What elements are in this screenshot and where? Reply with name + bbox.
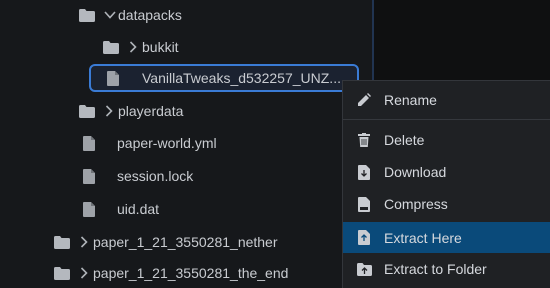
menu-item-label: Extract Here: [384, 229, 462, 246]
tree-item-label: VanillaTweaks_d532257_UNZ...: [142, 70, 341, 86]
menu-item-download[interactable]: Download: [343, 157, 550, 187]
menu-item-label: Compress: [384, 196, 448, 212]
tree-item-label: paper_1_21_3550281_nether: [93, 234, 278, 250]
trash-icon: [356, 132, 372, 148]
tree-item-label: paper-world.yml: [117, 135, 217, 151]
chevron-right-icon[interactable]: [104, 105, 116, 117]
tree-item-label: session.lock: [117, 168, 194, 184]
extract-icon: [356, 230, 372, 246]
tree-item-session-lock[interactable]: session.lock: [80, 161, 193, 191]
menu-item-extract-here[interactable]: Extract Here: [343, 222, 550, 253]
menu-item-extract-to-folder[interactable]: Extract to Folder: [343, 254, 550, 284]
menu-item-label: Delete: [384, 132, 425, 148]
download-icon: [356, 164, 372, 180]
chevron-right-icon[interactable]: [79, 267, 91, 279]
tree-item-uid-dat[interactable]: uid.dat: [80, 194, 159, 224]
zip-icon: [356, 196, 372, 212]
file-icon: [80, 168, 98, 184]
chevron-right-icon[interactable]: [128, 41, 140, 53]
tree-item-label: playerdata: [118, 103, 184, 119]
tree-item-label: bukkit: [142, 39, 179, 55]
menu-item-compress[interactable]: Compress: [343, 189, 550, 219]
file-icon: [104, 70, 122, 86]
menu-item-label: Extract to Folder: [384, 261, 487, 277]
menu-item-label: Rename: [384, 92, 437, 108]
tree-item-bukkit[interactable]: bukkit: [102, 32, 179, 62]
chevron-down-icon[interactable]: [104, 10, 116, 20]
pencil-icon: [356, 92, 372, 108]
tree-item-nether[interactable]: paper_1_21_3550281_nether: [53, 227, 278, 257]
tree-item-playerdata[interactable]: playerdata: [78, 96, 183, 126]
tree-item-vanillatweaks[interactable]: VanillaTweaks_d532257_UNZ...: [104, 63, 341, 93]
tree-item-the-end[interactable]: paper_1_21_3550281_the_end: [53, 258, 288, 288]
folder-icon: [78, 7, 96, 23]
context-menu: Rename Delete Download Compress Extract …: [342, 80, 550, 288]
file-icon: [80, 135, 98, 151]
folder-icon: [53, 234, 71, 250]
tree-item-label: paper_1_21_3550281_the_end: [93, 265, 289, 281]
menu-item-label: Download: [384, 164, 447, 180]
file-tree: datapacks bukkit VanillaTweaks_d532257_U…: [0, 0, 372, 288]
menu-item-rename[interactable]: Rename: [343, 85, 550, 115]
chevron-right-icon[interactable]: [79, 236, 91, 248]
extract-folder-icon: [356, 261, 372, 277]
menu-separator: [343, 119, 550, 120]
folder-icon: [78, 103, 96, 119]
folder-icon: [53, 265, 71, 281]
tree-item-label: uid.dat: [117, 201, 160, 217]
tree-item-label: datapacks: [118, 7, 182, 23]
folder-icon: [102, 39, 120, 55]
tree-item-paper-world-yml[interactable]: paper-world.yml: [80, 128, 217, 158]
tree-item-datapacks[interactable]: datapacks: [78, 0, 182, 30]
menu-item-delete[interactable]: Delete: [343, 125, 550, 155]
file-icon: [80, 201, 98, 217]
